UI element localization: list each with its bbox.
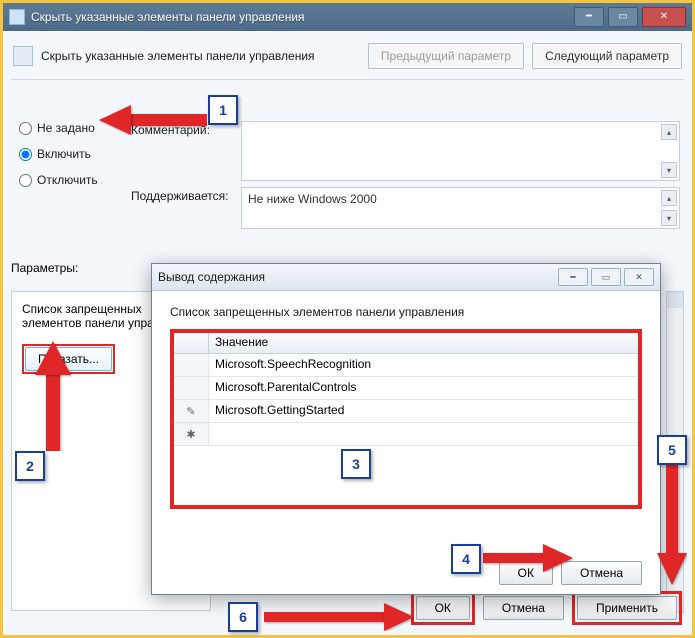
row-value[interactable]: Microsoft.ParentalControls xyxy=(209,377,638,399)
subtitle-text: Скрыть указанные элементы панели управле… xyxy=(41,49,360,63)
titlebar: Скрыть указанные элементы панели управле… xyxy=(3,3,692,31)
radio-not-configured[interactable]: Не задано xyxy=(19,121,98,135)
dialog-maximize-button[interactable]: ▭ xyxy=(591,268,621,286)
annotation-4: 4 xyxy=(451,544,481,574)
comment-textbox[interactable]: ▴ ▾ xyxy=(241,121,680,181)
annotation-5: 5 xyxy=(657,435,687,465)
supported-textbox: Не ниже Windows 2000 ▴ ▾ xyxy=(241,187,680,229)
values-grid[interactable]: Значение Microsoft.SpeechRecognition Mic… xyxy=(174,333,638,505)
annotation-1: 1 xyxy=(208,95,238,125)
ok-button[interactable]: ОК xyxy=(416,596,470,620)
dialog-heading: Список запрещенных элементов панели упра… xyxy=(170,305,642,319)
radio-not-configured-label: Не задано xyxy=(37,121,95,135)
dialog-titlebar: Вывод содержания ━ ▭ ✕ xyxy=(152,264,660,291)
grid-header-rowmarker xyxy=(174,333,209,353)
dialog-minimize-button[interactable]: ━ xyxy=(558,268,588,286)
state-radio-group: Не задано Включить Отключить xyxy=(19,121,98,187)
policy-icon xyxy=(13,46,33,66)
supported-value: Не ниже Windows 2000 xyxy=(248,192,377,206)
dialog-cancel-button[interactable]: Отмена xyxy=(561,561,642,585)
apply-button-highlight: Применить xyxy=(572,591,682,625)
close-button[interactable] xyxy=(642,7,686,27)
dialog-ok-button[interactable]: ОК xyxy=(499,561,553,585)
grid-header: Значение xyxy=(174,333,638,354)
row-value[interactable]: Microsoft.SpeechRecognition xyxy=(209,354,638,376)
dialog-title: Вывод содержания xyxy=(158,270,555,284)
supported-scroll-up-icon[interactable]: ▴ xyxy=(661,190,677,206)
cancel-button[interactable]: Отмена xyxy=(483,596,564,620)
radio-enabled-input[interactable] xyxy=(19,148,32,161)
show-button-highlight: Показать... xyxy=(22,344,115,374)
comment-scroll-down-icon[interactable]: ▾ xyxy=(661,162,677,178)
table-row[interactable]: Microsoft.GettingStarted xyxy=(174,400,638,423)
row-marker-edit-icon xyxy=(174,400,209,422)
radio-not-configured-input[interactable] xyxy=(19,122,32,135)
table-row[interactable]: Microsoft.ParentalControls xyxy=(174,377,638,400)
table-row-new[interactable] xyxy=(174,423,638,446)
annotation-3: 3 xyxy=(341,449,371,479)
grid-header-value: Значение xyxy=(209,333,638,353)
apply-button[interactable]: Применить xyxy=(577,596,677,620)
row-value-empty[interactable] xyxy=(209,423,638,445)
maximize-button[interactable] xyxy=(608,7,638,27)
row-marker-new-icon xyxy=(174,423,209,445)
radio-disabled-label: Отключить xyxy=(37,173,98,187)
radio-disabled[interactable]: Отключить xyxy=(19,173,98,187)
dialog-close-button[interactable]: ✕ xyxy=(624,268,654,286)
table-row[interactable]: Microsoft.SpeechRecognition xyxy=(174,354,638,377)
ok-button-highlight: ОК xyxy=(411,591,475,625)
row-value[interactable]: Microsoft.GettingStarted xyxy=(209,400,638,422)
arrow-6 xyxy=(264,603,414,631)
subtitle-row: Скрыть указанные элементы панели управле… xyxy=(11,39,684,80)
comment-scroll-up-icon[interactable]: ▴ xyxy=(661,124,677,140)
annotation-6-group: 6 xyxy=(228,602,414,632)
supported-scroll-down-icon[interactable]: ▾ xyxy=(661,210,677,226)
annotation-6: 6 xyxy=(228,602,258,632)
grid-highlight: Значение Microsoft.SpeechRecognition Mic… xyxy=(170,329,642,509)
radio-disabled-input[interactable] xyxy=(19,174,32,187)
row-marker xyxy=(174,354,209,376)
row-marker xyxy=(174,377,209,399)
parameters-heading: Параметры: xyxy=(11,261,78,275)
show-button[interactable]: Показать... xyxy=(25,347,112,371)
next-setting-button[interactable]: Следующий параметр xyxy=(532,43,682,69)
radio-enabled[interactable]: Включить xyxy=(19,147,98,161)
previous-setting-button[interactable]: Предыдущий параметр xyxy=(368,43,524,69)
annotation-2: 2 xyxy=(15,451,45,481)
minimize-button[interactable] xyxy=(574,7,604,27)
dialog-footer: ОК Отмена Применить xyxy=(411,591,682,625)
window-title: Скрыть указанные элементы панели управле… xyxy=(31,10,574,24)
show-contents-dialog: Вывод содержания ━ ▭ ✕ Список запрещенны… xyxy=(151,263,661,595)
supported-label: Поддерживается: xyxy=(131,187,241,203)
radio-enabled-label: Включить xyxy=(37,147,91,161)
window-icon xyxy=(9,9,25,25)
